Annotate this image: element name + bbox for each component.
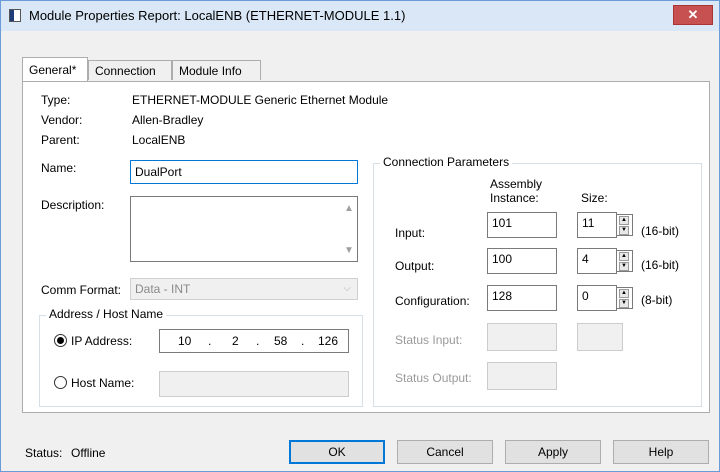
status-input-field: [487, 323, 557, 351]
configuration-size-spinner[interactable]: ▲ ▼: [617, 287, 633, 309]
help-button[interactable]: Help: [613, 440, 709, 464]
tab-general[interactable]: General*: [22, 57, 88, 81]
input-size-spinner[interactable]: ▲ ▼: [617, 214, 633, 236]
spin-down-icon[interactable]: ▼: [619, 299, 629, 308]
ip-dot-2: .: [256, 334, 260, 348]
instance-header: Instance:: [490, 191, 539, 205]
input-unit: (16-bit): [641, 224, 680, 238]
status-value: Offline: [71, 446, 106, 460]
status-label: Status:: [25, 446, 63, 460]
output-instance-field[interactable]: 100: [487, 248, 557, 274]
status-input-label: Status Input:: [395, 333, 463, 347]
scroll-down-icon[interactable]: ▼: [344, 245, 354, 256]
ip-address-radio[interactable]: [54, 334, 67, 347]
tab-module-info[interactable]: Module Info: [172, 60, 261, 80]
ip-octet-2: 2: [232, 334, 239, 348]
close-button[interactable]: ✕: [673, 5, 713, 25]
scroll-up-icon[interactable]: ▲: [344, 203, 354, 214]
input-size-field[interactable]: 11: [577, 212, 617, 238]
configuration-label: Configuration:: [395, 294, 470, 308]
vendor-value: Allen-Bradley: [132, 113, 204, 127]
parent-label: Parent:: [41, 133, 80, 147]
name-input[interactable]: DualPort: [130, 160, 358, 184]
configuration-instance-field[interactable]: 128: [487, 285, 557, 311]
host-name-input[interactable]: [159, 371, 349, 397]
status-output-field: [487, 362, 557, 390]
output-label: Output:: [395, 259, 435, 273]
vendor-label: Vendor:: [41, 113, 83, 127]
status-input-size-field: [577, 323, 623, 351]
module-properties-dialog: Module Properties Report: LocalENB (ETHE…: [0, 0, 720, 472]
ip-dot-1: .: [208, 334, 212, 348]
size-header: Size:: [581, 191, 608, 205]
description-label: Description:: [41, 198, 105, 212]
comm-format-select[interactable]: Data - INT ⌵: [130, 278, 358, 300]
configuration-unit: (8-bit): [641, 293, 673, 307]
window-title: Module Properties Report: LocalENB (ETHE…: [29, 8, 406, 23]
address-group-title: Address / Host Name: [46, 307, 167, 321]
apply-button[interactable]: Apply: [505, 440, 601, 464]
host-name-radio[interactable]: [54, 376, 67, 389]
type-value: ETHERNET-MODULE Generic Ethernet Module: [132, 93, 389, 107]
chevron-down-icon: ⌵: [343, 283, 351, 294]
assembly-header: Assembly: [490, 177, 543, 191]
tab-connection[interactable]: Connection: [88, 60, 172, 80]
comm-format-value: Data - INT: [135, 282, 191, 296]
spin-down-icon[interactable]: ▼: [619, 262, 629, 271]
ip-octet-3: 58: [274, 334, 288, 348]
description-textarea[interactable]: ▲ ▼: [130, 196, 358, 262]
host-name-label: Host Name:: [71, 376, 135, 390]
cancel-button[interactable]: Cancel: [397, 440, 493, 464]
ok-button[interactable]: OK: [289, 440, 385, 464]
ip-dot-3: .: [301, 334, 305, 348]
spin-up-icon[interactable]: ▲: [619, 289, 629, 298]
ip-octet-4: 126: [318, 334, 339, 348]
connection-parameters-title: Connection Parameters: [380, 155, 513, 169]
name-label: Name:: [41, 161, 77, 175]
app-icon: [9, 9, 21, 22]
output-size-field[interactable]: 4: [577, 248, 617, 274]
ip-octet-1: 10: [178, 334, 192, 348]
parent-value: LocalENB: [132, 133, 186, 147]
spin-up-icon[interactable]: ▲: [619, 216, 629, 225]
output-unit: (16-bit): [641, 258, 680, 272]
ip-address-label: IP Address:: [71, 334, 133, 348]
spin-down-icon[interactable]: ▼: [619, 226, 629, 235]
ip-address-input[interactable]: 10 . 2 . 58 . 126: [159, 329, 349, 353]
description-scrollbar[interactable]: ▲ ▼: [340, 197, 357, 261]
title-bar[interactable]: Module Properties Report: LocalENB (ETHE…: [1, 1, 719, 31]
status-output-label: Status Output:: [395, 371, 472, 385]
input-instance-field[interactable]: 101: [487, 212, 557, 238]
input-label: Input:: [395, 226, 426, 240]
comm-format-label: Comm Format:: [41, 283, 122, 297]
output-size-spinner[interactable]: ▲ ▼: [617, 250, 633, 272]
spin-up-icon[interactable]: ▲: [619, 252, 629, 261]
configuration-size-field[interactable]: 0: [577, 285, 617, 311]
type-label: Type:: [41, 93, 71, 107]
